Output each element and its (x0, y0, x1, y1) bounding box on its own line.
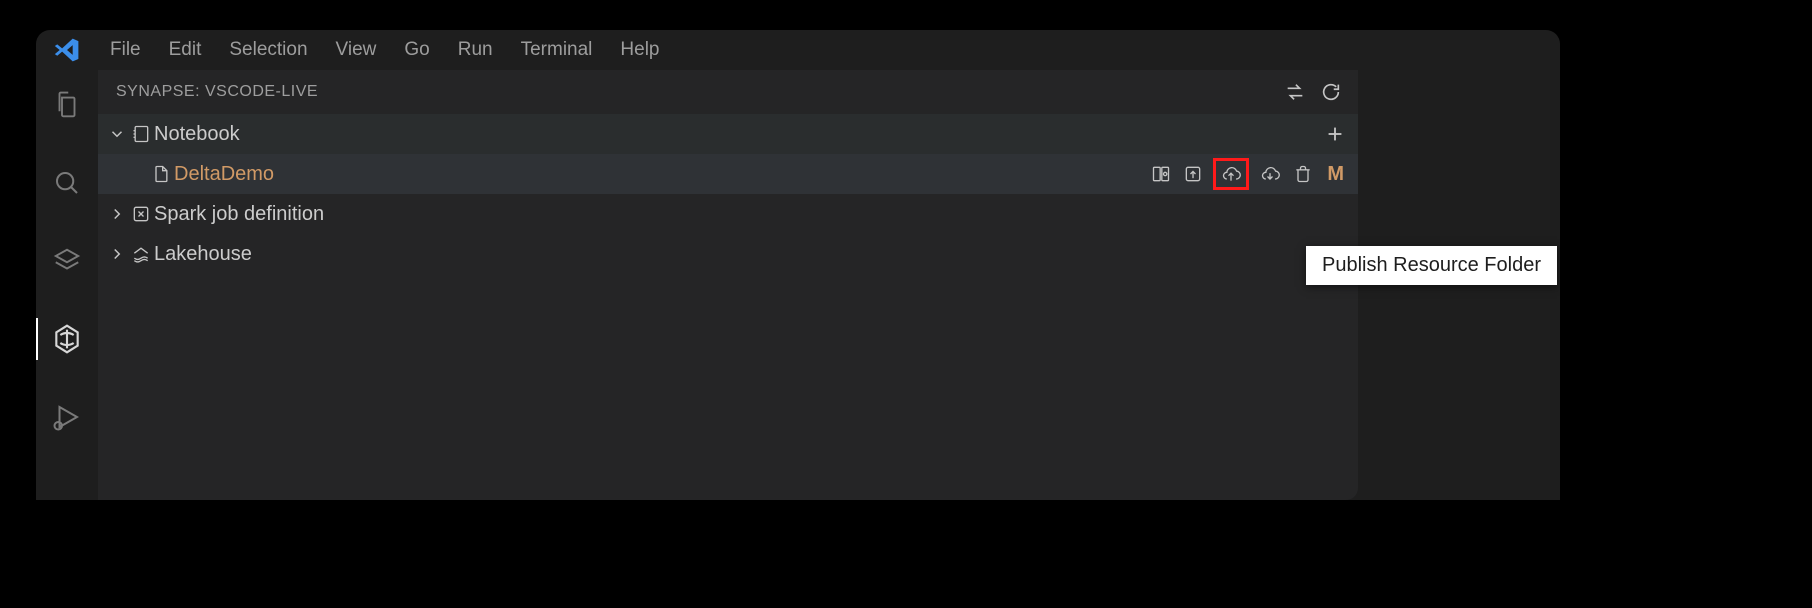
sync-icon[interactable] (1284, 81, 1306, 103)
tree-section-spark[interactable]: Spark job definition (98, 194, 1358, 234)
editor-area (1358, 70, 1560, 500)
tree-section-notebook[interactable]: Notebook (98, 114, 1358, 154)
tooltip-publish-resource-folder: Publish Resource Folder (1306, 246, 1557, 285)
files-icon (52, 90, 82, 120)
spark-icon (128, 204, 154, 224)
upload-icon[interactable] (1181, 162, 1205, 186)
tree-section-lakehouse[interactable]: Lakehouse (98, 234, 1358, 274)
tree-item-actions: M (1149, 158, 1348, 190)
cloud-upload-icon[interactable] (1218, 162, 1244, 186)
window-body: SYNAPSE: VSCODE-LIVE (36, 70, 1560, 500)
chevron-down-icon (106, 125, 128, 143)
chevron-right-icon (106, 205, 128, 223)
refresh-icon[interactable] (1320, 81, 1342, 103)
menu-run[interactable]: Run (444, 35, 507, 65)
trash-icon[interactable] (1291, 162, 1315, 186)
menu-edit[interactable]: Edit (155, 35, 216, 65)
menu-help[interactable]: Help (606, 35, 673, 65)
vscode-window: File Edit Selection View Go Run Terminal… (36, 30, 1560, 500)
modified-badge: M (1323, 163, 1348, 186)
tree-view: Notebook DeltaDemo (98, 114, 1358, 274)
highlight-publish-action (1213, 158, 1249, 190)
tree-section-label: Notebook (154, 123, 1322, 146)
open-preview-icon[interactable] (1149, 162, 1173, 186)
tree-section-label: Lakehouse (154, 243, 1348, 266)
file-icon (148, 164, 174, 184)
plus-icon[interactable] (1322, 121, 1348, 147)
tree-section-label: Spark job definition (154, 203, 1348, 226)
sidebar-panel: SYNAPSE: VSCODE-LIVE (98, 70, 1358, 500)
notebook-icon (128, 124, 154, 144)
sidebar-title: SYNAPSE: VSCODE-LIVE (116, 83, 1284, 101)
activity-synapse[interactable] (36, 314, 98, 364)
synapse-icon (51, 323, 83, 355)
sidebar-header: SYNAPSE: VSCODE-LIVE (98, 70, 1358, 114)
menu-go[interactable]: Go (390, 35, 443, 65)
run-debug-icon (52, 402, 82, 432)
search-icon (52, 168, 82, 198)
activity-layers[interactable] (36, 236, 98, 286)
menu-selection[interactable]: Selection (215, 35, 321, 65)
lakehouse-icon (128, 244, 154, 264)
activity-run-debug[interactable] (36, 392, 98, 442)
activity-explorer[interactable] (36, 80, 98, 130)
tree-item-label: DeltaDemo (174, 163, 1149, 186)
menu-terminal[interactable]: Terminal (507, 35, 607, 65)
vscode-logo-icon (52, 35, 82, 65)
menu-view[interactable]: View (322, 35, 391, 65)
layers-icon (52, 246, 82, 276)
activity-search[interactable] (36, 158, 98, 208)
menu-file[interactable]: File (96, 35, 155, 65)
tree-item-deltademo[interactable]: DeltaDemo (98, 154, 1358, 194)
menu-bar: File Edit Selection View Go Run Terminal… (36, 30, 1560, 70)
cloud-download-icon[interactable] (1257, 162, 1283, 186)
activity-bar (36, 70, 98, 500)
chevron-right-icon (106, 245, 128, 263)
